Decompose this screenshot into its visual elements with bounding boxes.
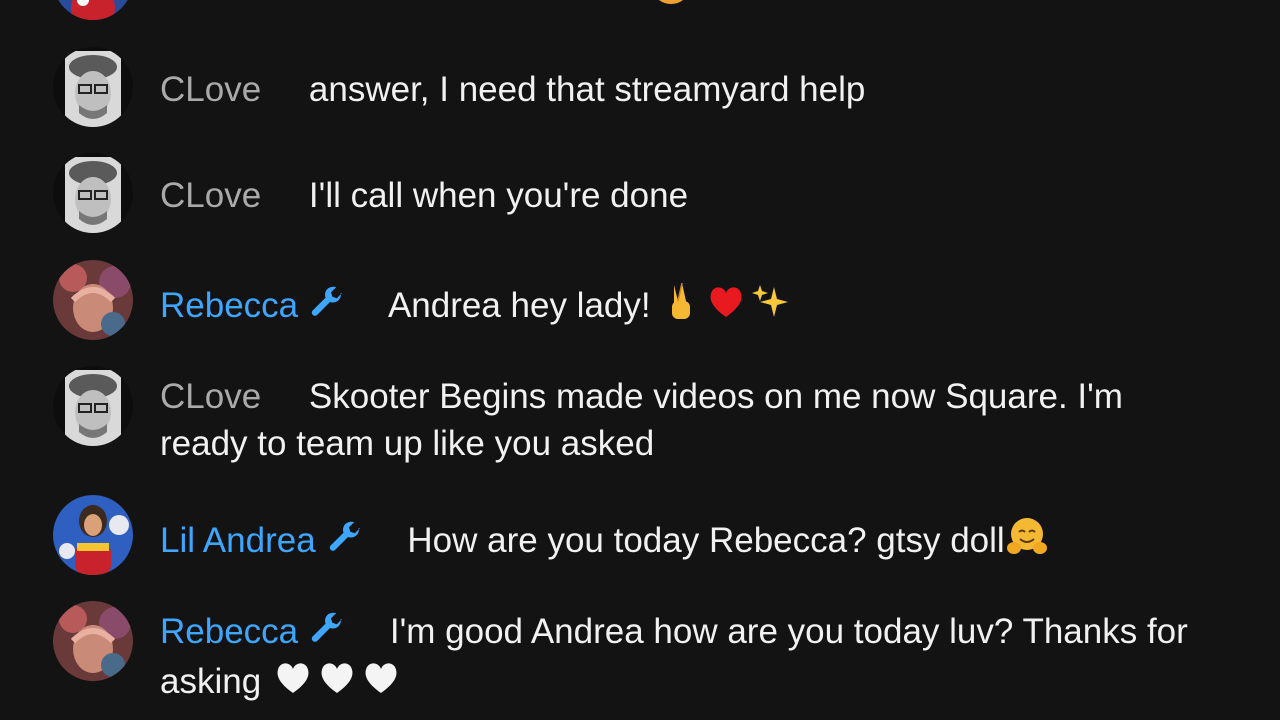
avatar-rebecca[interactable] bbox=[53, 260, 133, 340]
message-line: Lil Andrea How are you today Rebecca? gt… bbox=[160, 514, 1220, 564]
avatar-lil-andrea[interactable] bbox=[53, 495, 133, 575]
message-text: How are you today Rebecca? gtsy doll bbox=[407, 521, 1005, 560]
avatar-clove[interactable] bbox=[53, 366, 133, 446]
white-heart-icon bbox=[315, 655, 359, 699]
message-line: CLove Skooter Begins made videos on me n… bbox=[160, 373, 1220, 467]
emoji-partial bbox=[655, 0, 687, 4]
moderator-wrench-icon bbox=[308, 283, 346, 321]
author-name[interactable]: CLove bbox=[160, 377, 261, 416]
message-line: Rebecca Andrea hey lady! bbox=[160, 279, 1220, 329]
avatar-partial-lil-andrea[interactable] bbox=[53, 0, 133, 20]
author-name[interactable]: Rebecca bbox=[160, 286, 343, 325]
red-heart-icon bbox=[704, 279, 748, 323]
author-name[interactable]: CLove bbox=[160, 70, 261, 109]
avatar-clove[interactable] bbox=[53, 153, 133, 233]
hugging-face-icon bbox=[1005, 514, 1049, 558]
message-text: answer, I need that streamyard help bbox=[308, 70, 866, 109]
avatar-rebecca[interactable] bbox=[53, 601, 133, 681]
author-name[interactable]: CLove bbox=[160, 176, 261, 215]
author-name[interactable]: Lil Andrea bbox=[160, 521, 360, 560]
message-line: CLove I'll call when you're done bbox=[160, 172, 1220, 219]
moderator-wrench-icon bbox=[308, 609, 346, 647]
live-chat-feed: CLove answer, I need that streamyard hel… bbox=[0, 0, 1280, 720]
victory-hand-icon bbox=[660, 279, 704, 323]
white-heart-icon bbox=[359, 655, 403, 699]
message-text: Andrea hey lady! bbox=[387, 286, 651, 325]
message-line: CLove answer, I need that streamyard hel… bbox=[160, 66, 1220, 113]
white-heart-icon bbox=[271, 655, 315, 699]
message-text: Skooter Begins made videos on me now Squ… bbox=[160, 377, 1123, 463]
sparkles-icon bbox=[748, 279, 792, 323]
author-name[interactable]: Rebecca bbox=[160, 612, 343, 651]
moderator-wrench-icon bbox=[326, 518, 364, 556]
message-text: I'll call when you're done bbox=[308, 176, 689, 215]
message-line: Rebecca I'm good Andrea how are you toda… bbox=[160, 608, 1220, 705]
avatar-clove[interactable] bbox=[53, 47, 133, 127]
